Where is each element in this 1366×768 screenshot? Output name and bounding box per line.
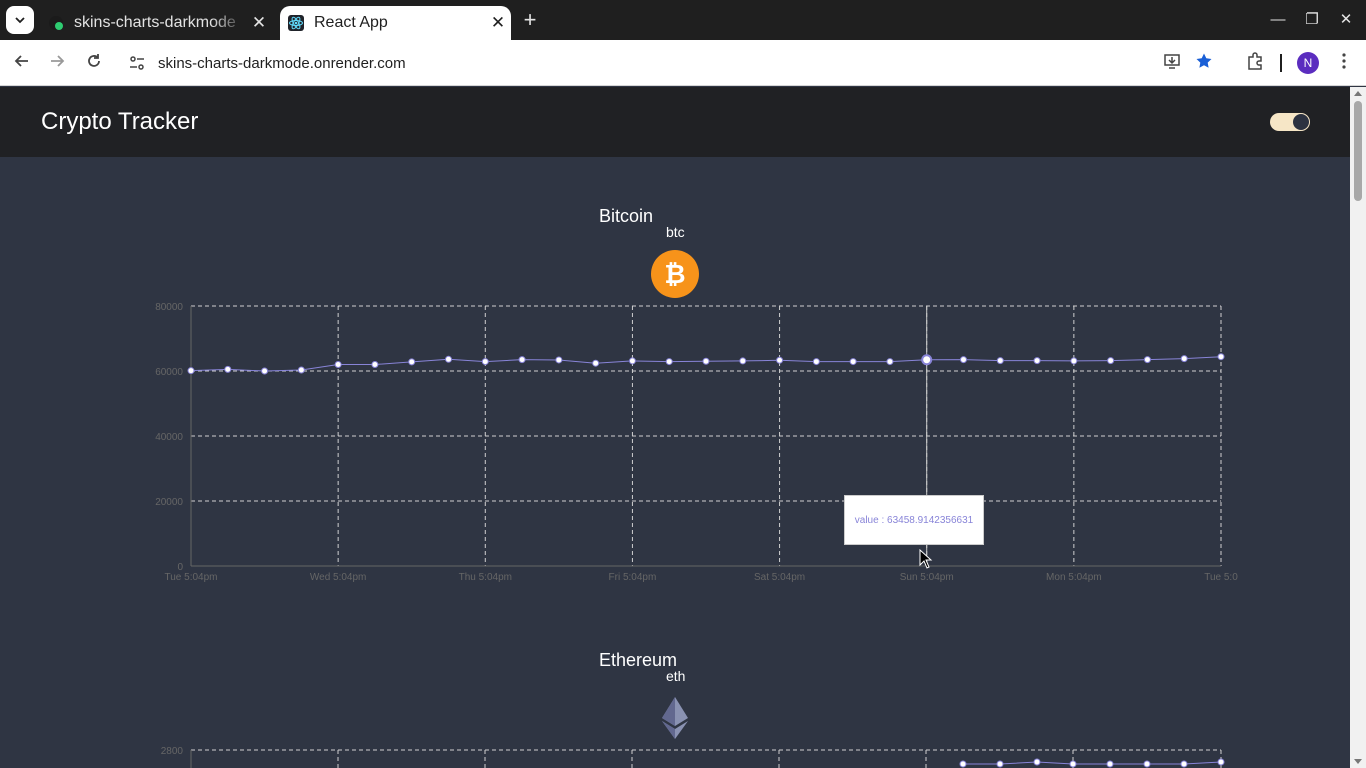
browser-menu-button[interactable] — [1333, 52, 1355, 74]
react-favicon-icon — [288, 15, 304, 31]
data-point — [1106, 760, 1114, 768]
tab-title: skins-charts-darkmode — [74, 14, 236, 31]
close-window-button[interactable]: ✕ — [1331, 8, 1361, 32]
arrow-right-icon — [51, 55, 65, 67]
data-point — [1217, 758, 1225, 766]
data-point — [1143, 760, 1151, 768]
restore-button[interactable]: ❐ — [1297, 8, 1327, 32]
chevron-down-icon — [15, 17, 25, 24]
star-icon — [1196, 53, 1212, 68]
tab-inactive[interactable]: skins-charts-darkmode ✕ — [40, 6, 272, 40]
browser-toolbar: skins-charts-darkmode.onrender.com — [0, 40, 1366, 86]
tab-title: React App — [314, 14, 388, 31]
profile-avatar[interactable]: N — [1297, 52, 1319, 74]
extensions-button[interactable] — [1244, 52, 1266, 74]
forward-button[interactable] — [44, 50, 70, 76]
scroll-up-arrow[interactable] — [1354, 91, 1362, 96]
data-point — [996, 760, 1004, 768]
scrollbar-thumb[interactable] — [1354, 101, 1362, 201]
bookmark-star-icon[interactable] — [1193, 52, 1215, 74]
y-tick-label: 2800 — [161, 746, 184, 757]
data-point — [1033, 758, 1041, 766]
tab-active[interactable]: React App ✕ — [280, 6, 511, 40]
mouse-cursor-icon — [919, 549, 933, 569]
puzzle-icon — [1248, 52, 1262, 70]
scroll-down-arrow[interactable] — [1354, 759, 1362, 764]
browser-tabstrip: skins-charts-darkmode ✕ React App ✕ + — … — [0, 0, 1366, 40]
reload-icon — [88, 54, 100, 67]
toolbar-divider — [1280, 54, 1282, 72]
close-tab-icon[interactable]: ✕ — [485, 13, 511, 33]
page-viewport: Crypto Tracker Bitcoin btc ₿ 0 20000 40000… — [0, 87, 1350, 768]
data-point — [1069, 760, 1077, 768]
data-point — [959, 760, 967, 768]
site-info-icon[interactable] — [128, 54, 146, 72]
ethereum-price-chart[interactable]: 2800 — [0, 87, 1350, 768]
page-scrollbar[interactable] — [1350, 87, 1366, 768]
data-point — [1180, 760, 1188, 768]
render-favicon-icon — [49, 16, 63, 30]
tab-search-button[interactable] — [6, 6, 34, 34]
install-app-icon[interactable] — [1161, 52, 1183, 74]
more-vert-icon — [1342, 53, 1346, 69]
install-icon — [1164, 54, 1180, 69]
address-bar[interactable]: skins-charts-darkmode.onrender.com — [120, 46, 1224, 80]
new-tab-button[interactable]: + — [518, 8, 542, 32]
arrow-left-icon — [14, 55, 28, 67]
close-tab-icon[interactable]: ✕ — [246, 13, 272, 33]
minimize-button[interactable]: — — [1263, 8, 1293, 32]
back-button[interactable] — [9, 50, 35, 76]
url-text: skins-charts-darkmode.onrender.com — [158, 54, 406, 72]
reload-button[interactable] — [81, 50, 107, 76]
